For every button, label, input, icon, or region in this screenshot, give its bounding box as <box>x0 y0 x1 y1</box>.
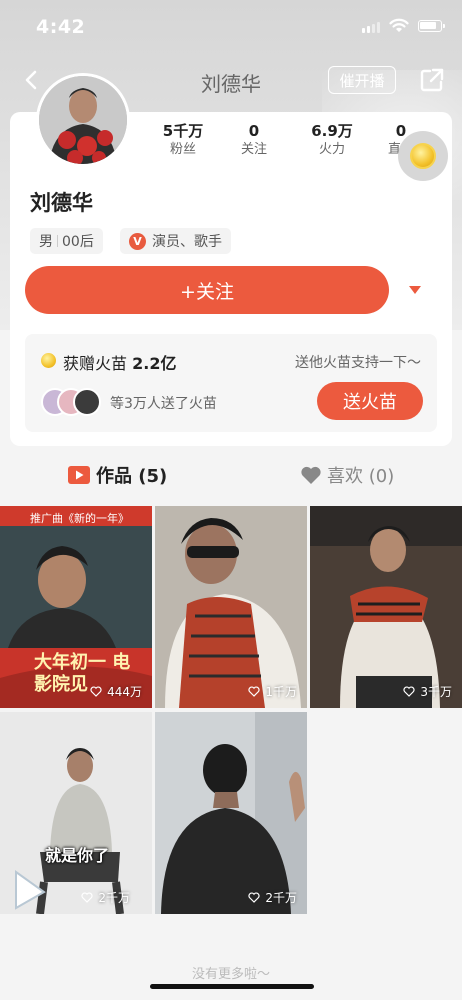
verified-icon: V <box>129 232 146 250</box>
wifi-icon <box>389 18 409 32</box>
poster-caption: 推广曲《新的一年》 <box>30 512 129 525</box>
end-of-list-text: 没有更多啦～ <box>191 967 270 982</box>
likes-count: 444万 <box>107 685 142 699</box>
occupation-label: 演员、歌手 <box>152 234 222 250</box>
video-likes: 1千万 <box>248 683 297 700</box>
heart-outline-icon <box>403 686 415 697</box>
avatar-image <box>39 76 127 164</box>
urge-live-button[interactable]: 催开播 <box>328 66 396 94</box>
age-label: 00后 <box>62 234 94 250</box>
occupation-tag: V 演员、歌手 <box>120 228 231 254</box>
heart-outline-icon <box>248 892 260 903</box>
tab-label: 作品 (5) <box>96 466 168 487</box>
video-likes: 3千万 <box>403 683 452 700</box>
stat-label: 粉丝 <box>169 142 196 157</box>
likes-count: 2千万 <box>265 891 297 905</box>
stat-fans[interactable]: 5千万 粉丝 <box>160 122 206 159</box>
avatar[interactable] <box>36 73 130 167</box>
battery-icon <box>418 20 445 32</box>
gender-age-tag: 男 00后 <box>30 228 103 254</box>
coin-icon <box>410 143 436 169</box>
signal-icon <box>362 22 380 33</box>
flame-gift-panel: 获赠火苗 2.2亿 送他火苗支持一下～ 等3万人送了火苗 送火苗 <box>25 334 437 432</box>
video-likes: 2千万 <box>81 889 130 906</box>
heart-outline-icon <box>81 892 93 903</box>
follow-button[interactable]: +关注 <box>25 266 389 314</box>
stat-label: 关注 <box>240 142 267 157</box>
video-thumbnail[interactable]: 3千万 <box>310 506 462 708</box>
status-time: 4:42 <box>36 16 86 38</box>
gift-title: 获赠火苗 2.2亿 <box>63 350 176 374</box>
video-thumbnail[interactable]: 2千万 <box>155 712 307 914</box>
gift-amount: 2.2亿 <box>132 354 177 373</box>
status-bar: 4:42 <box>0 0 462 52</box>
likes-count: 1千万 <box>265 685 297 699</box>
gift-title-label: 获赠火苗 <box>63 354 128 373</box>
stat-value: 6.9万 <box>311 122 353 140</box>
gender-label: 男 <box>39 234 53 250</box>
profile-name: 刘德华 <box>30 191 93 215</box>
video-thumbnail[interactable]: 1千万 <box>155 506 307 708</box>
home-indicator[interactable] <box>150 984 314 989</box>
stat-label: 火力 <box>318 142 345 157</box>
video-likes: 444万 <box>90 683 142 700</box>
stat-following[interactable]: 0 关注 <box>231 122 277 159</box>
caret-down-icon[interactable] <box>408 285 422 295</box>
video-caption: 就是你了 <box>45 846 110 865</box>
flame-coin-button[interactable] <box>398 131 448 181</box>
gifter-avatars[interactable] <box>41 388 101 416</box>
gifter-avatar <box>73 388 101 416</box>
heart-outline-icon <box>248 686 260 697</box>
play-icon <box>68 466 90 484</box>
profile-stats: 5千万 粉丝 0 关注 6.9万 火力 0 直播 <box>160 122 421 159</box>
likes-count: 2千万 <box>98 891 130 905</box>
likes-count: 3千万 <box>420 685 452 699</box>
coin-icon <box>41 353 56 368</box>
video-thumbnail[interactable]: 就是你了 2千万 <box>0 712 152 914</box>
gift-support-link[interactable]: 送他火苗支持一下～ <box>295 352 421 372</box>
heart-icon <box>301 466 321 484</box>
send-flame-button[interactable]: 送火苗 <box>317 382 423 420</box>
tab-works[interactable]: 作品 (5) <box>68 462 167 488</box>
tab-likes[interactable]: 喜欢 (0) <box>300 462 394 488</box>
video-cover <box>155 712 307 914</box>
stat-value: 0 <box>248 122 260 140</box>
share-icon[interactable] <box>418 66 446 94</box>
video-likes: 2千万 <box>248 889 297 906</box>
stat-value: 5千万 <box>162 122 204 140</box>
content-tabs: 作品 (5) 喜欢 (0) <box>0 462 462 494</box>
tag-divider <box>57 235 58 247</box>
video-thumbnail[interactable]: 推广曲《新的一年》 大年初一 电影院见 444万 <box>0 506 152 708</box>
video-cover <box>155 506 307 708</box>
stat-firepower[interactable]: 6.9万 火力 <box>305 122 359 159</box>
heart-outline-icon <box>90 686 102 697</box>
tab-label: 喜欢 (0) <box>327 466 395 487</box>
video-cover <box>310 506 462 708</box>
video-cover <box>0 712 152 914</box>
gifters-count-text: 等3万人送了火苗 <box>110 396 217 412</box>
